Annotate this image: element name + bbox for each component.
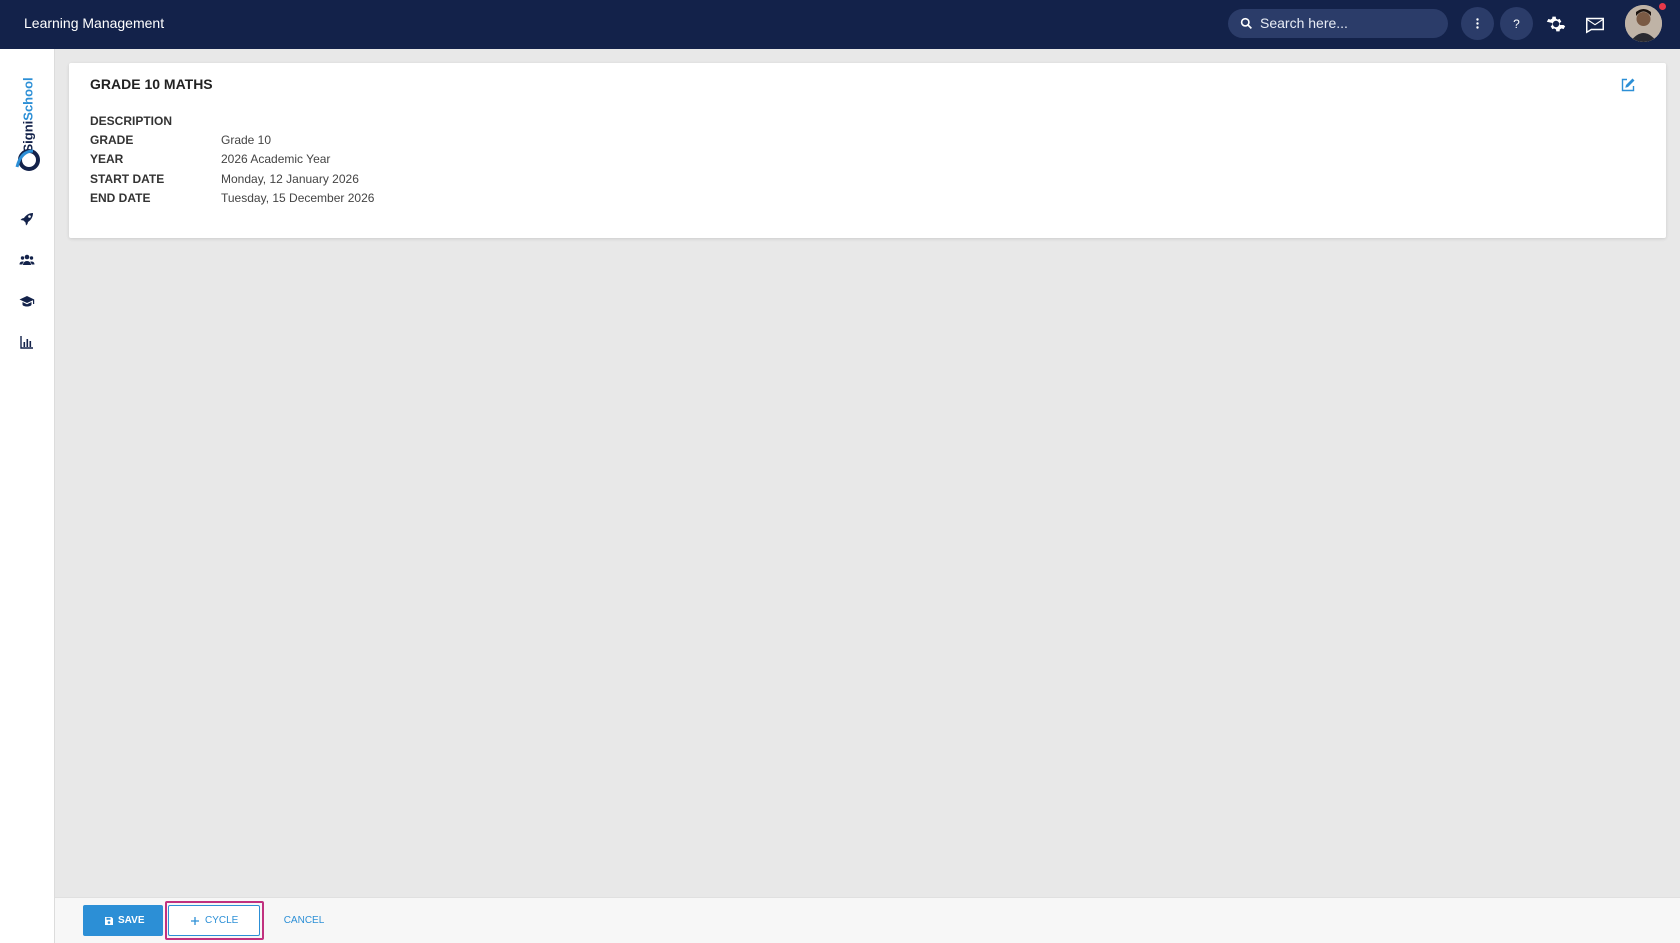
- rocket-icon[interactable]: [19, 211, 35, 227]
- search-box[interactable]: Search here...: [1228, 9, 1448, 38]
- detail-value: Tuesday, 15 December 2026: [221, 191, 375, 205]
- logo-mark: [15, 149, 40, 171]
- logo-text-school: School: [20, 77, 36, 121]
- bar-chart-icon[interactable]: [19, 334, 35, 350]
- course-title: GRADE 10 MATHS: [90, 76, 213, 92]
- cancel-button[interactable]: CANCEL: [279, 905, 329, 936]
- graduation-cap-icon[interactable]: [19, 293, 35, 309]
- logo: SigniSchool: [10, 75, 46, 171]
- detail-label: START DATE: [90, 172, 165, 186]
- add-cycle-button[interactable]: CYCLE: [168, 905, 260, 936]
- more-options-button[interactable]: [1461, 7, 1494, 40]
- floppy-disk-icon: [105, 917, 113, 925]
- action-bar: SAVE CYCLE CANCEL: [55, 897, 1680, 943]
- detail-label: GRADE: [90, 133, 134, 147]
- avatar-image: [1625, 5, 1662, 42]
- search-icon: [1240, 17, 1252, 29]
- detail-label: DESCRIPTION: [90, 114, 173, 128]
- sidebar: SigniSchool: [0, 49, 55, 943]
- save-button[interactable]: SAVE: [83, 905, 163, 936]
- detail-value: Grade 10: [221, 133, 272, 147]
- detail-label: YEAR: [90, 152, 124, 166]
- settings-icon[interactable]: [1545, 13, 1567, 35]
- detail-value: Monday, 12 January 2026: [221, 172, 359, 186]
- more-vertical-icon: [1476, 18, 1479, 29]
- detail-label: END DATE: [90, 191, 151, 205]
- help-icon: ?: [1513, 17, 1520, 30]
- notification-dot: [1659, 3, 1666, 10]
- messages-icon[interactable]: [1584, 13, 1606, 35]
- people-icon[interactable]: [19, 252, 35, 268]
- detail-value: 2026 Academic Year: [221, 152, 331, 166]
- top-bar: Learning Management Search here... ?: [0, 0, 1680, 49]
- user-avatar[interactable]: [1625, 5, 1662, 42]
- app-title: Learning Management: [24, 15, 165, 31]
- logo-text-signi: Signi: [20, 120, 36, 153]
- cycle-label: CYCLE: [205, 915, 239, 926]
- help-button[interactable]: ?: [1500, 7, 1533, 40]
- edit-icon[interactable]: [1620, 77, 1636, 93]
- plus-icon: [191, 917, 199, 925]
- save-label: SAVE: [118, 915, 145, 926]
- svg-text:?: ?: [1513, 17, 1520, 30]
- course-details-card: GRADE 10 MATHS DESCRIPTION GRADE Grade 1…: [69, 63, 1666, 238]
- search-input[interactable]: Search here...: [1260, 9, 1348, 38]
